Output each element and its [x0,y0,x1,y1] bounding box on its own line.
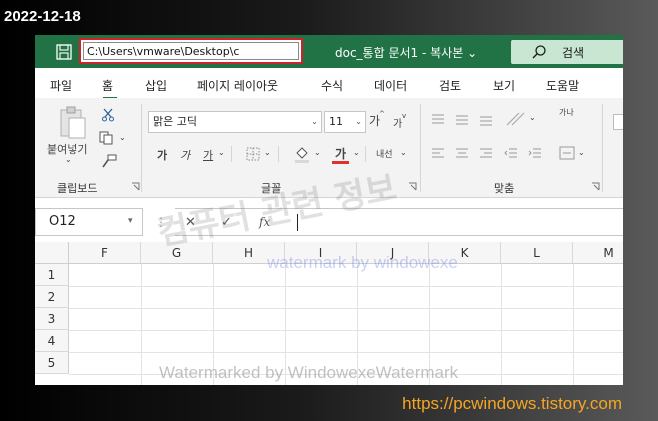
bold-button[interactable]: 가 [157,147,167,163]
footer-url: https://pcwindows.tistory.com [402,394,622,413]
shrink-font-button[interactable]: 가 [393,115,402,130]
font-size-value: 11 [329,115,343,128]
tab-data[interactable]: 데이터 [374,77,407,94]
border-icon[interactable] [246,147,260,161]
gridline [141,264,142,385]
phonetic-button[interactable]: 내선 [376,147,393,160]
chevron-down-icon: ⌄ [355,117,362,126]
grow-font-arrow-icon: ^ [379,110,385,118]
orientation-chevron-icon[interactable]: ⌄ [529,113,536,122]
row-header[interactable]: 2 [35,286,69,308]
tab-view[interactable]: 보기 [493,77,515,94]
tab-file[interactable]: 파일 [50,77,72,94]
group-divider [141,104,142,192]
save-icon[interactable] [55,43,73,61]
tab-help[interactable]: 도움말 [546,77,579,94]
merge-chevron-icon[interactable]: ⌄ [578,148,585,157]
column-header[interactable]: M [573,242,623,264]
watermark-bottom: Watermarked by WindowexeWatermark [159,363,459,382]
select-all-corner[interactable] [35,242,69,264]
chevron-down-icon: ⌄ [311,117,318,126]
tab-insert[interactable]: 삽입 [145,77,167,94]
gridline [69,286,623,287]
quick-access-dropdown-icon[interactable]: ⊽ [281,43,289,56]
copy-chevron-icon[interactable]: ⌄ [119,133,126,142]
fill-color-chevron-icon[interactable]: ⌄ [314,148,321,157]
alignment-group-label: 맞춤 [494,182,515,195]
merge-center-icon[interactable] [559,146,575,160]
decrease-indent-icon[interactable] [504,147,518,159]
column-header[interactable]: L [501,242,573,264]
name-box-chevron-icon[interactable]: ▾ [128,216,133,226]
group-divider [602,104,603,192]
tab-review[interactable]: 검토 [439,77,461,94]
align-left-icon[interactable] [431,147,445,159]
increase-indent-icon[interactable] [528,147,542,159]
date-label: 2022-12-18 [4,8,81,25]
excel-window: C:\Users\vmware\Desktop\c ⊽ doc_통합 문서1 -… [35,35,623,385]
group-divider [420,104,421,192]
gridline [69,308,623,309]
align-middle-icon[interactable] [455,114,469,126]
search-label: 검색 [562,46,585,60]
font-color-bar [332,161,349,164]
align-center-icon[interactable] [455,147,469,159]
format-painter-icon[interactable] [101,154,117,168]
search-icon [532,45,546,59]
font-size-select[interactable]: 11 ⌄ [324,111,366,133]
path-highlight: C:\Users\vmware\Desktop\c [79,38,303,64]
font-launcher-icon[interactable] [408,182,417,191]
ribbon-tabs: 파일 홈 삽입 페이지 레이아웃 수식 데이터 검토 보기 도움말 [35,68,623,99]
tab-page-layout[interactable]: 페이지 레이아웃 [197,77,278,94]
divider [278,146,279,162]
gridline [501,264,502,385]
orientation-icon[interactable] [505,111,527,127]
font-color-button[interactable]: 가 [335,145,346,162]
column-header[interactable]: F [69,242,141,264]
document-title[interactable]: doc_통합 문서1 - 복사본 ⌄ [335,44,477,61]
align-top-icon[interactable] [431,114,445,126]
font-name-select[interactable]: 맑은 고딕 ⌄ [148,111,322,133]
tab-home[interactable]: 홈 [102,77,113,94]
gridline [573,264,574,385]
watermark-blue: watermark by windowexe [267,253,458,272]
alignment-launcher-icon[interactable] [591,182,600,191]
clipboard-group-label: 클립보드 [57,182,98,195]
underline-button[interactable]: 가 [203,147,213,163]
gridline [69,352,623,353]
gridline [69,330,623,331]
name-box[interactable]: O12 [35,208,143,236]
wrap-text-button[interactable]: 가나 [559,108,575,117]
phonetic-chevron-icon[interactable]: ⌄ [400,148,407,157]
row-header[interactable]: 4 [35,330,69,352]
number-format-select[interactable] [613,114,623,130]
tab-formulas[interactable]: 수식 [321,77,343,94]
font-color-chevron-icon[interactable]: ⌄ [353,148,360,157]
underline-chevron-icon[interactable]: ⌄ [218,148,225,157]
row-header[interactable]: 3 [35,308,69,330]
cut-icon[interactable] [101,108,115,122]
title-bar: C:\Users\vmware\Desktop\c ⊽ doc_통합 문서1 -… [35,35,623,68]
row-header[interactable]: 5 [35,352,69,374]
copy-icon[interactable] [99,131,115,145]
row-header[interactable]: 1 [35,264,69,286]
border-chevron-icon[interactable]: ⌄ [264,148,271,157]
paste-icon[interactable] [57,106,87,140]
divider [231,146,232,162]
font-name-value: 맑은 고딕 [153,115,197,128]
italic-button[interactable]: 가 [180,147,190,163]
clipboard-launcher-icon[interactable] [131,182,140,191]
paste-chevron-icon: ⌄ [65,155,72,164]
chevron-down-icon: ⌄ [467,46,478,60]
divider [365,146,366,162]
shrink-font-arrow-icon: v [402,112,407,120]
align-bottom-icon[interactable] [479,114,493,126]
align-right-icon[interactable] [479,147,493,159]
fill-color-icon[interactable] [294,145,310,163]
file-path-field[interactable]: C:\Users\vmware\Desktop\c [83,42,299,60]
document-title-text: doc_통합 문서1 - 복사본 [335,46,464,60]
search-box[interactable]: 검색 [511,40,623,64]
